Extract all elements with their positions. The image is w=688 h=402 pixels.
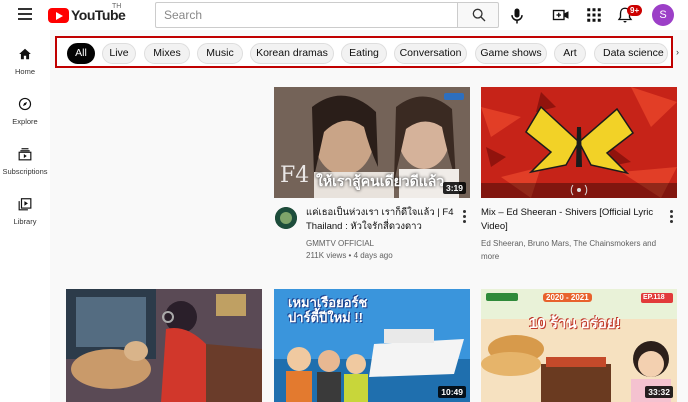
chip-music[interactable]: Music xyxy=(197,43,243,64)
thumbnail-year-label: 2020 - 2021 xyxy=(543,293,592,302)
video-channel-name[interactable]: Ed Sheeran, Bruno Mars, The Chainsmokers… xyxy=(481,237,661,263)
video-thumbnail-image xyxy=(481,87,677,198)
channel-avatar[interactable] xyxy=(275,207,297,229)
main-content: All Live Mixes Music Korean dramas Eatin… xyxy=(50,30,688,402)
create-video-icon[interactable] xyxy=(552,6,570,24)
more-options-icon[interactable] xyxy=(463,210,466,225)
chip-game-shows[interactable]: Game shows xyxy=(475,43,547,64)
thumbnail-overlay-text: 10 ร้าน อร่อย! xyxy=(529,315,621,332)
video-title[interactable]: แค่เธอเป็นห่วงเรา เราก็ดีใจแล้ว | F4 Tha… xyxy=(306,206,456,234)
microphone-icon[interactable] xyxy=(507,6,527,26)
sidebar: Home Explore Subscriptions Library xyxy=(0,30,50,402)
home-icon xyxy=(19,48,31,60)
video-duration: 10:49 xyxy=(438,386,466,398)
sidebar-item-home[interactable]: Home xyxy=(0,47,50,76)
sidebar-item-library[interactable]: Library xyxy=(0,197,50,226)
video-thumbnail[interactable]: เหมาเรือยอร์ช ปาร์ตี้ปีใหม่ !! 10:49 xyxy=(274,289,470,402)
search-button[interactable] xyxy=(457,2,499,28)
chip-eating[interactable]: Eating xyxy=(341,43,387,64)
apps-grid-icon[interactable] xyxy=(585,6,603,24)
video-thumbnail[interactable]: F4 ให้เราสู้คนเดียวดีแล้ว 3:19 xyxy=(274,87,470,198)
sidebar-item-label: Subscriptions xyxy=(2,167,48,176)
video-duration: 3:19 xyxy=(442,182,466,194)
sidebar-item-label: Home xyxy=(14,67,35,76)
thumbnail-overlay-text: เหมาเรือยอร์ช ปาร์ตี้ปีใหม่ !! xyxy=(288,295,368,325)
youtube-play-icon xyxy=(48,7,69,23)
thumbnail-episode-label: EP.118 xyxy=(643,294,665,301)
search-icon xyxy=(472,8,486,22)
video-thumbnail-image xyxy=(66,289,262,402)
more-options-icon[interactable] xyxy=(670,210,673,225)
video-stats: 211K views • 4 days ago xyxy=(306,251,393,260)
account-avatar[interactable]: S xyxy=(652,4,674,26)
video-duration: 33:32 xyxy=(645,386,673,398)
search-input[interactable] xyxy=(155,2,458,28)
video-title[interactable]: Mix – Ed Sheeran - Shivers [Official Lyr… xyxy=(481,206,661,234)
subscriptions-icon xyxy=(18,148,32,161)
notification-count-badge: 9+ xyxy=(627,5,643,16)
sidebar-item-label: Library xyxy=(13,217,37,226)
top-bar: YouTube TH 9+ S xyxy=(0,0,688,30)
chip-data-science[interactable]: Data science xyxy=(594,43,668,64)
chevron-right-icon[interactable]: › xyxy=(676,47,679,57)
chip-art[interactable]: Art xyxy=(554,43,586,64)
svg-text:F4: F4 xyxy=(280,163,309,188)
video-thumbnail[interactable]: 2020 - 2021 EP.118 10 ร้าน อร่อย! 33:32 xyxy=(481,289,677,402)
logo-region-code: TH xyxy=(112,3,122,10)
video-thumbnail[interactable] xyxy=(481,87,677,198)
sidebar-item-explore[interactable]: Explore xyxy=(0,97,50,126)
category-chip-bar: All Live Mixes Music Korean dramas Eatin… xyxy=(55,36,673,68)
sidebar-item-subscriptions[interactable]: Subscriptions xyxy=(0,147,50,176)
chip-korean-dramas[interactable]: Korean dramas xyxy=(250,43,334,64)
thumbnail-overlay-text: ให้เราสู้คนเดียวดีแล้ว xyxy=(316,173,445,189)
library-icon xyxy=(18,198,32,211)
chip-mixes[interactable]: Mixes xyxy=(144,43,190,64)
video-thumbnail[interactable] xyxy=(66,289,262,402)
menu-icon[interactable] xyxy=(18,8,32,20)
chip-all[interactable]: All xyxy=(67,43,95,64)
compass-icon xyxy=(18,97,32,111)
chip-conversation[interactable]: Conversation xyxy=(394,43,467,64)
sidebar-item-label: Explore xyxy=(12,117,38,126)
chip-live[interactable]: Live xyxy=(102,43,136,64)
